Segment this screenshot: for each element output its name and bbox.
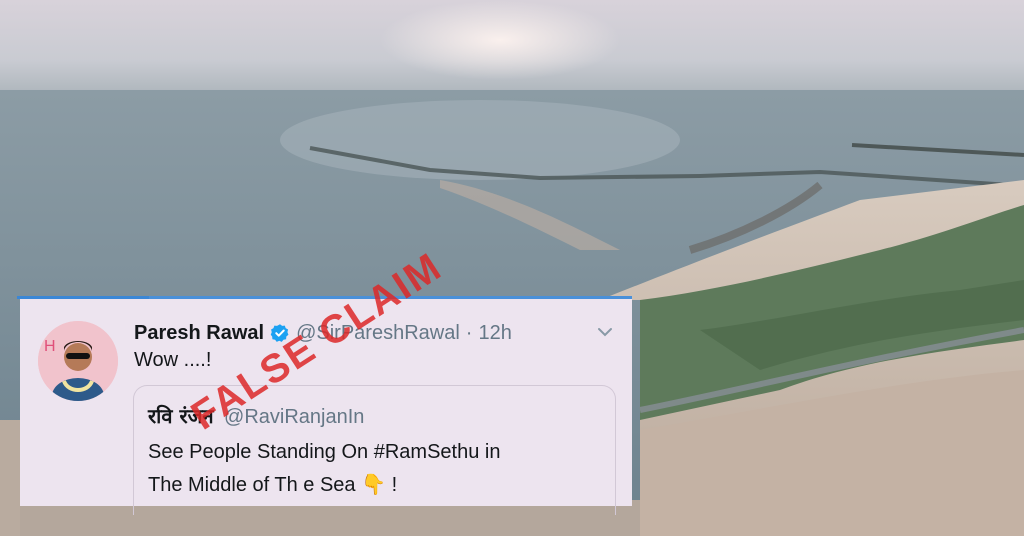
card-accent-bar	[17, 296, 149, 299]
quoted-text-line-2-body: The Middle of Th e Sea	[148, 474, 356, 496]
separator-dot: ·	[465, 321, 473, 344]
svg-text:H: H	[44, 338, 56, 355]
quoted-text-exclaim: !	[391, 474, 398, 496]
quoted-tweet-text: See People Standing On #RamSethu in The …	[148, 436, 608, 502]
chevron-down-icon[interactable]	[594, 321, 616, 343]
pointing-down-emoji: 👇	[361, 474, 386, 496]
tweet-timestamp[interactable]: 12h	[478, 322, 511, 345]
quoted-text-line-2: The Middle of Th e Sea 👇 !	[148, 469, 608, 502]
avatar[interactable]: H	[38, 321, 118, 401]
avatar-image: H	[38, 321, 118, 401]
tweet-text: Wow ....!	[134, 349, 212, 371]
author-name[interactable]: Paresh Rawal	[134, 322, 264, 345]
quoted-text-line-1: See People Standing On #RamSethu in	[148, 441, 501, 463]
